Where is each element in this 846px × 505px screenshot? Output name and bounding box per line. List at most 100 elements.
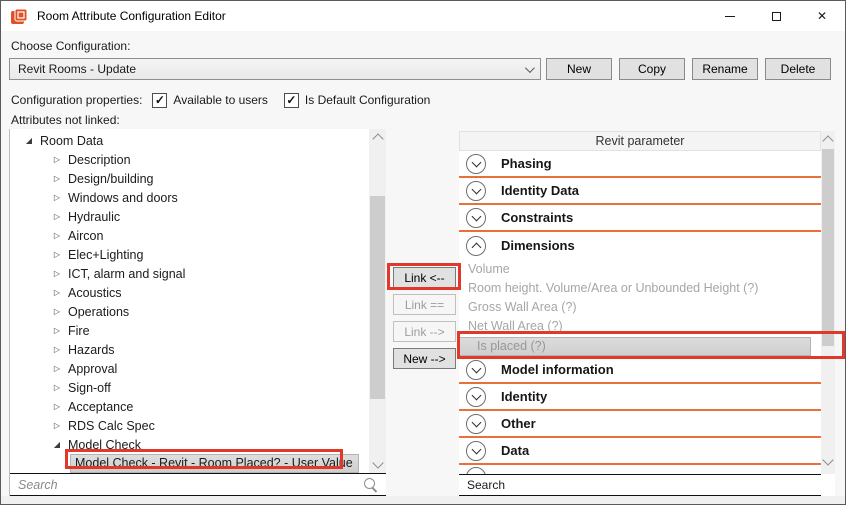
new-button[interactable]: New bbox=[546, 58, 612, 80]
tree-item-fire[interactable]: ▷ Fire bbox=[10, 321, 370, 340]
chevron-down-circle-icon[interactable] bbox=[466, 414, 486, 434]
collapsed-arrow-icon[interactable]: ▷ bbox=[52, 231, 62, 240]
link-button[interactable]: Link <-- bbox=[393, 267, 456, 288]
section-other[interactable]: Other bbox=[459, 411, 821, 438]
window-footer bbox=[1, 496, 845, 505]
scroll-down-icon bbox=[372, 457, 383, 468]
attributes-tree: ◢ Room Data ▷ Description ▷Design/building▷W… bbox=[10, 129, 370, 473]
section-constraints[interactable]: Constraints bbox=[459, 205, 821, 232]
caption-buttons: ✕ bbox=[707, 1, 845, 31]
chevron-down-circle-icon[interactable] bbox=[466, 441, 486, 461]
configuration-dropdown[interactable]: Revit Rooms - Update bbox=[9, 58, 541, 80]
partial-section-circle-icon bbox=[466, 467, 486, 474]
attributes-search-field[interactable]: Search bbox=[10, 473, 386, 496]
tree-item-label: Description bbox=[68, 153, 131, 167]
section-label: Model information bbox=[501, 362, 614, 377]
section-label: Data bbox=[501, 443, 529, 458]
collapsed-arrow-icon[interactable]: ▷ bbox=[52, 288, 62, 297]
section-dimensions[interactable]: Dimensions bbox=[459, 232, 821, 259]
parameter-label: Room height. Volume/Area or Unbounded He… bbox=[468, 281, 758, 295]
section-phasing[interactable]: Phasing bbox=[459, 151, 821, 178]
section-model-information[interactable]: Model information bbox=[459, 357, 821, 384]
tree-item-windows-and-doors[interactable]: ▷Windows and doors bbox=[10, 188, 370, 207]
chevron-up-circle-icon[interactable] bbox=[466, 236, 486, 256]
chevron-down-circle-icon[interactable] bbox=[466, 154, 486, 174]
parameter-is-placed[interactable]: Is placed (?) bbox=[459, 335, 821, 357]
parameter-volume[interactable]: Volume bbox=[459, 259, 821, 278]
title-bar: Room Attribute Configuration Editor ✕ bbox=[1, 1, 845, 31]
tree-item-hazards[interactable]: ▷Hazards bbox=[10, 340, 370, 359]
tree-item-acoustics[interactable]: ▷ Acoustics bbox=[10, 283, 370, 302]
collapsed-arrow-icon[interactable]: ▷ bbox=[52, 364, 62, 373]
checkbox-label: Available to users bbox=[173, 93, 268, 107]
collapsed-arrow-icon[interactable]: ▷ bbox=[52, 250, 62, 259]
collapsed-arrow-icon[interactable]: ▷ bbox=[52, 212, 62, 221]
tree-item-room-data[interactable]: ◢ Room Data bbox=[10, 131, 370, 150]
tree-item-label: Aircon bbox=[68, 229, 103, 243]
tree-item-label: Fire bbox=[68, 324, 90, 338]
tree-item-sign-off[interactable]: ▷Sign-off bbox=[10, 378, 370, 397]
chevron-down-circle-icon[interactable] bbox=[466, 208, 486, 228]
tree-item-label: Room Data bbox=[40, 134, 103, 148]
parameter-gross-wall-area[interactable]: Gross Wall Area (?) bbox=[459, 297, 821, 316]
collapsed-arrow-icon[interactable]: ▷ bbox=[52, 155, 62, 164]
tree-item-hydraulic[interactable]: ▷Hydraulic bbox=[10, 207, 370, 226]
copy-button[interactable]: Copy bbox=[619, 58, 685, 80]
maximize-icon bbox=[772, 12, 781, 21]
tree-item-operations[interactable]: ▷Operations bbox=[10, 302, 370, 321]
tree-item-design-building[interactable]: ▷Design/building bbox=[10, 169, 370, 188]
tree-item-approval[interactable]: ▷Approval bbox=[10, 359, 370, 378]
section-identity[interactable]: Identity bbox=[459, 384, 821, 411]
checkbox-icon[interactable]: ✓ bbox=[284, 93, 299, 108]
tree-scrollbar-thumb[interactable] bbox=[370, 196, 385, 399]
tree-item-ict-alarm-and-signal[interactable]: ▷ICT, alarm and signal bbox=[10, 264, 370, 283]
tree-item-acceptance[interactable]: ▷Acceptance bbox=[10, 397, 370, 416]
chevron-down-circle-icon[interactable] bbox=[466, 181, 486, 201]
tree-scrollbar[interactable] bbox=[369, 129, 386, 473]
checkbox-icon[interactable]: ✓ bbox=[152, 93, 167, 108]
expanded-arrow-icon[interactable]: ◢ bbox=[52, 440, 62, 449]
collapsed-arrow-icon[interactable]: ▷ bbox=[52, 383, 62, 392]
parameter-net-wall-area[interactable]: Net Wall Area (?) bbox=[459, 316, 821, 335]
tree-item-label: Model Check bbox=[68, 438, 141, 452]
checkbox-label: Is Default Configuration bbox=[305, 93, 430, 107]
tree-item-label: Elec+Lighting bbox=[68, 248, 143, 262]
attributes-not-linked-label: Attributes not linked: bbox=[11, 113, 120, 127]
collapsed-arrow-icon[interactable]: ▷ bbox=[52, 307, 62, 316]
parameter-scrollbar[interactable] bbox=[821, 131, 835, 474]
parameter-room-height-volume-area-or-unbounded-height[interactable]: Room height. Volume/Area or Unbounded He… bbox=[459, 278, 821, 297]
tree-item-aircon[interactable]: ▷ Aircon bbox=[10, 226, 370, 245]
tree-item-model-check[interactable]: ◢ Model Check bbox=[10, 435, 370, 454]
rename-button[interactable]: Rename bbox=[692, 58, 758, 80]
close-button[interactable]: ✕ bbox=[799, 1, 845, 31]
minimize-button[interactable] bbox=[707, 1, 753, 31]
collapsed-arrow-icon[interactable]: ▷ bbox=[52, 174, 62, 183]
collapsed-arrow-icon[interactable]: ▷ bbox=[52, 269, 62, 278]
tree-item-description[interactable]: ▷ Description bbox=[10, 150, 370, 169]
tree-item-model-check-revit-room-placed-user-value[interactable]: Model Check - Revit - Room Placed? - Use… bbox=[10, 454, 370, 473]
chevron-down-icon bbox=[525, 63, 535, 73]
tree-item-label: Acoustics bbox=[68, 286, 122, 300]
search-icon bbox=[363, 477, 378, 492]
delete-button[interactable]: Delete bbox=[765, 58, 831, 80]
collapsed-arrow-icon[interactable]: ▷ bbox=[52, 345, 62, 354]
tree-item-elec-lighting[interactable]: ▷ Elec+Lighting bbox=[10, 245, 370, 264]
collapsed-arrow-icon[interactable]: ▷ bbox=[52, 421, 62, 430]
configuration-selected-value: Revit Rooms - Update bbox=[18, 62, 136, 76]
new-button[interactable]: New --> bbox=[393, 348, 456, 369]
minimize-icon bbox=[725, 16, 735, 17]
section-identity-data[interactable]: Identity Data bbox=[459, 178, 821, 205]
section-data[interactable]: Data bbox=[459, 438, 821, 465]
chevron-down-circle-icon[interactable] bbox=[466, 387, 486, 407]
maximize-button[interactable] bbox=[753, 1, 799, 31]
collapsed-arrow-icon[interactable]: ▷ bbox=[52, 326, 62, 335]
parameter-search-field[interactable]: Search bbox=[459, 474, 821, 496]
choose-configuration-label: Choose Configuration: bbox=[11, 39, 130, 53]
collapsed-arrow-icon[interactable]: ▷ bbox=[52, 193, 62, 202]
section-label: Identity Data bbox=[501, 183, 579, 198]
tree-item-rds-calc-spec[interactable]: ▷RDS Calc Spec bbox=[10, 416, 370, 435]
collapsed-arrow-icon[interactable]: ▷ bbox=[52, 402, 62, 411]
parameter-scrollbar-thumb[interactable] bbox=[822, 149, 834, 346]
expanded-arrow-icon[interactable]: ◢ bbox=[24, 136, 34, 145]
chevron-down-circle-icon[interactable] bbox=[466, 360, 486, 380]
